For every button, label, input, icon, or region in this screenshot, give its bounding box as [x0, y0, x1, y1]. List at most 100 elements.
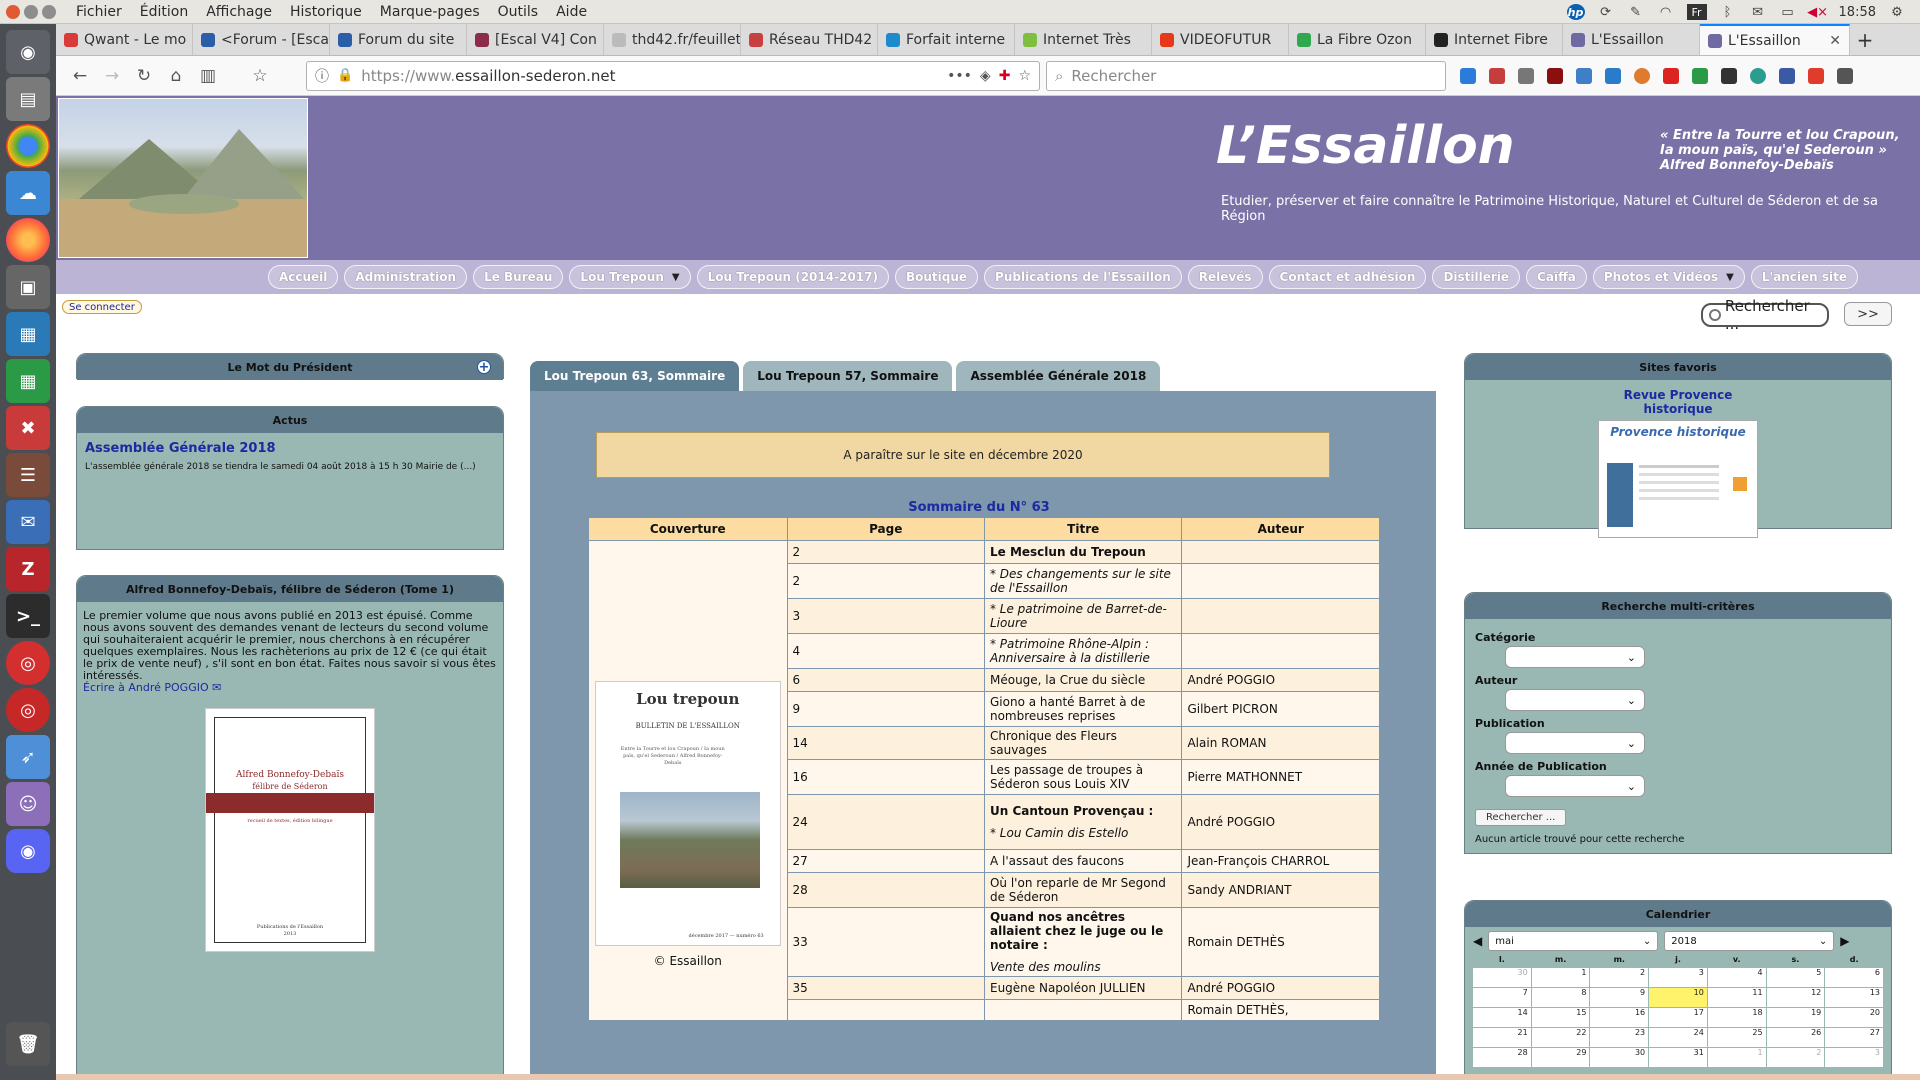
menu-marque-pages[interactable]: Marque-pages	[380, 4, 480, 20]
calendar-day-cell[interactable]: 9	[1590, 988, 1649, 1007]
calendar-day-cell[interactable]: 2	[1766, 1048, 1825, 1067]
calendar-day-cell[interactable]: 29	[1531, 1048, 1590, 1067]
bookmark-menu-icon[interactable]: ☆	[244, 60, 276, 92]
calendar-day-cell[interactable]: 30	[1590, 1048, 1649, 1067]
minimize-window-icon[interactable]	[24, 4, 38, 19]
launcher-thunderbird-icon[interactable]: ✉	[6, 500, 50, 544]
star-icon[interactable]: ☆	[1018, 68, 1031, 84]
ext-book-icon[interactable]	[1779, 67, 1795, 84]
calendar-day-cell[interactable]: 24	[1649, 1028, 1707, 1047]
launcher-settings-icon[interactable]: ✖	[6, 406, 50, 450]
menu-item[interactable]: Relevés	[1187, 265, 1263, 289]
launcher-trash-icon[interactable]: 🗑	[6, 1022, 50, 1066]
next-month-icon[interactable]: ▶	[1840, 934, 1849, 948]
calendar-day-cell[interactable]: 22	[1531, 1028, 1590, 1047]
calendar-day-cell[interactable]: 5	[1766, 968, 1825, 987]
calendar-day-cell[interactable]: 17	[1649, 1008, 1707, 1027]
calendar-day-cell[interactable]: 2	[1590, 968, 1649, 987]
ext-green-icon[interactable]	[1692, 67, 1708, 84]
ext-flag-icon[interactable]	[1489, 67, 1505, 84]
launcher-app-red-icon[interactable]: ◎	[6, 641, 50, 685]
forward-button[interactable]: →	[96, 60, 128, 92]
content-tab[interactable]: Lou Trepoun 63, Sommaire	[530, 361, 740, 391]
launcher-weather-icon[interactable]: ☁	[6, 171, 50, 215]
launcher-calc-icon[interactable]: ▦	[6, 359, 50, 403]
select-categorie[interactable]: ⌄	[1505, 646, 1645, 668]
browser-tab[interactable]: Réseau THD42	[741, 24, 878, 55]
prev-month-icon[interactable]: ◀	[1473, 934, 1482, 948]
menu-item[interactable]: Lou Trepoun (2014-2017)	[696, 265, 889, 289]
bluetooth-icon[interactable]: ᛒ	[1719, 4, 1737, 20]
calendar-day-cell[interactable]: 28	[1473, 1048, 1531, 1067]
menu-outils[interactable]: Outils	[498, 4, 538, 20]
browser-tab[interactable]: thd42.fr/feuillet/	[604, 24, 741, 55]
calendar-day-cell[interactable]: 1	[1707, 1048, 1766, 1067]
launcher-mixer-icon[interactable]: ☰	[6, 453, 50, 497]
actus-item-title[interactable]: Assemblée Générale 2018	[85, 441, 495, 456]
menu-fichier[interactable]: Fichier	[76, 4, 122, 20]
browser-tab[interactable]: VIDEOFUTUR	[1152, 24, 1289, 55]
select-auteur[interactable]: ⌄	[1505, 689, 1645, 711]
calendar-day-cell[interactable]: 8	[1531, 988, 1590, 1007]
ext-teal-icon[interactable]	[1750, 67, 1766, 84]
sync-icon[interactable]: ⟳	[1597, 4, 1615, 20]
home-button[interactable]: ⌂	[160, 60, 192, 92]
launcher-pidgin-icon[interactable]: ☺	[6, 782, 50, 826]
maximize-window-icon[interactable]	[42, 4, 56, 19]
menu-item[interactable]: Lou Trepoun ▼	[569, 265, 691, 289]
calendar-day-cell[interactable]: 31	[1649, 1048, 1707, 1067]
menu-item[interactable]: Caïffa	[1526, 265, 1587, 289]
calendar-day-cell[interactable]: 15	[1531, 1008, 1590, 1027]
browser-tab[interactable]: La Fibre Ozon	[1289, 24, 1426, 55]
calendar-day-cell[interactable]: 26	[1766, 1028, 1825, 1047]
new-tab-button[interactable]: +	[1850, 24, 1880, 55]
ext-ublock-icon[interactable]	[1547, 67, 1563, 84]
launcher-discord-icon[interactable]: ◉	[6, 829, 50, 873]
lock-icon[interactable]: 🔒	[337, 68, 353, 83]
calendar-day-cell[interactable]: 16	[1590, 1008, 1649, 1027]
url-bar[interactable]: ⓘ 🔒 https://www.essaillon-sederon.net ••…	[306, 60, 1040, 91]
menu-item[interactable]: L'ancien site	[1750, 265, 1859, 289]
back-button[interactable]: ←	[64, 60, 96, 92]
calendar-day-cell[interactable]: 21	[1473, 1028, 1531, 1047]
calendar-day-cell[interactable]: 23	[1590, 1028, 1649, 1047]
sidebar-button[interactable]: ▥	[192, 60, 224, 92]
ext-t-icon[interactable]	[1808, 67, 1824, 84]
browser-tab[interactable]: L'Essaillon	[1563, 24, 1700, 55]
page-actions-icon[interactable]: •••	[947, 68, 972, 84]
cover-image[interactable]: Lou trepoun BULLETIN DE L'ESSAILLON Entre …	[594, 681, 781, 946]
mail-link[interactable]: Écrire à André POGGIO ✉	[83, 682, 497, 694]
calendar-day-cell[interactable]: 4	[1707, 968, 1766, 987]
calendar-day-cell[interactable]: 14	[1473, 1008, 1531, 1027]
menu-item[interactable]: Accueil	[267, 265, 339, 289]
book-cover-image[interactable]: Alfred Bonnefoy-Debaïs félibre de Sédero…	[205, 708, 375, 952]
browser-search-input[interactable]: ⌕ Rechercher	[1046, 60, 1446, 91]
calendar-day-cell[interactable]: 3	[1649, 968, 1707, 987]
ext-orange-icon[interactable]	[1634, 67, 1650, 84]
launcher-chrome-icon[interactable]	[6, 124, 50, 168]
fav-thumbnail[interactable]: Provence historique	[1598, 420, 1758, 538]
calendar-day-cell[interactable]: 19	[1766, 1008, 1825, 1027]
browser-tab[interactable]: Internet Très	[1015, 24, 1152, 55]
calendar-day-cell[interactable]: 6	[1825, 968, 1883, 987]
battery-icon[interactable]: ▭	[1779, 4, 1797, 20]
ext-badge-icon[interactable]	[1663, 67, 1679, 84]
calendar-day-cell[interactable]: 10	[1649, 988, 1707, 1007]
pocket-icon[interactable]: ◈	[980, 68, 991, 84]
month-select[interactable]: mai ⌄	[1488, 931, 1659, 951]
calendar-day-cell[interactable]: 30	[1473, 968, 1531, 987]
calendar-day-cell[interactable]: 7	[1473, 988, 1531, 1007]
launcher-files-icon[interactable]: ▤	[6, 77, 50, 121]
power-gear-icon[interactable]: ⚙	[1888, 4, 1906, 20]
site-search-go-button[interactable]: >>	[1844, 302, 1892, 326]
menu-edition[interactable]: Édition	[140, 4, 188, 20]
hamburger-menu-icon[interactable]	[1837, 67, 1853, 84]
launcher-scanner-icon[interactable]: ▣	[6, 265, 50, 309]
ext-diamond-icon[interactable]	[1576, 67, 1592, 84]
shield-red-icon[interactable]: ✚	[999, 68, 1011, 84]
browser-tab[interactable]: Forum du site	[330, 24, 467, 55]
menu-historique[interactable]: Historique	[290, 4, 362, 20]
content-tab[interactable]: Assemblée Générale 2018	[956, 361, 1161, 391]
launcher-filezilla-icon[interactable]: Z	[6, 547, 50, 591]
menu-item[interactable]: Administration	[344, 265, 468, 289]
